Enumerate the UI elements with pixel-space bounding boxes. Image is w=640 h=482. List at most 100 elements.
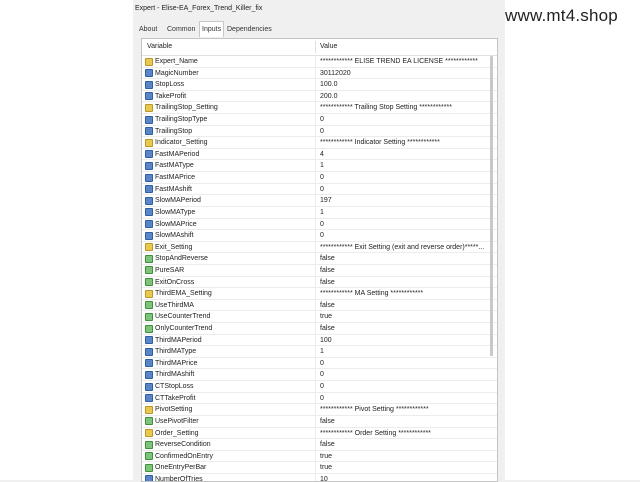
variable-value[interactable]: 1 (320, 160, 488, 171)
column-header-variable[interactable]: Variable (147, 39, 172, 55)
table-row[interactable]: FastMAType 1 (142, 160, 497, 173)
variable-value[interactable]: 0 (320, 230, 488, 241)
variable-value[interactable]: ************ Exit Setting (exit and reve… (320, 242, 488, 253)
table-row[interactable]: ThirdMAType 1 (142, 346, 497, 358)
table-row[interactable]: FastMAPrice 0 (142, 172, 497, 184)
table-row[interactable]: SlowMAPeriod 197 (142, 195, 497, 207)
variable-value[interactable]: 0 (320, 172, 488, 183)
variable-value[interactable]: 0 (320, 393, 488, 404)
table-row[interactable]: SlowMAPrice 0 (142, 218, 497, 231)
bool-icon (145, 463, 153, 472)
table-row[interactable]: ConfirmedOnEntry true (142, 450, 497, 463)
cell-separator (315, 276, 316, 288)
table-row[interactable]: TakeProfit 200.0 (142, 90, 497, 103)
num-icon (145, 115, 153, 124)
table-row[interactable]: ThirdMAshift 0 (142, 369, 497, 382)
cell-separator (315, 473, 316, 481)
bool-icon (145, 301, 153, 310)
variable-name: ReverseCondition (155, 441, 211, 449)
variable-value[interactable]: true (320, 311, 488, 322)
table-row[interactable]: TrailingStop_Setting ************ Trailin… (142, 102, 497, 115)
table-row[interactable]: UseCounterTrend true (142, 311, 497, 324)
table-row[interactable]: TrailingStopType 0 (142, 114, 497, 126)
variable-value[interactable]: 200.0 (320, 91, 488, 102)
bool-icon (145, 266, 153, 275)
table-row[interactable]: MagicNumber 30112020 (142, 67, 497, 80)
variable-value[interactable]: 1 (320, 207, 488, 218)
variable-name: TrailingStopType (155, 116, 208, 124)
cell-separator (315, 311, 316, 323)
table-row[interactable]: SlowMAType 1 (142, 206, 497, 219)
variable-value[interactable]: 100 (320, 335, 488, 346)
variable-value[interactable]: 0 (320, 126, 488, 137)
tab-common[interactable]: Common (165, 23, 197, 36)
tab-inputs[interactable]: Inputs (199, 21, 225, 37)
variable-value[interactable]: ************ MA Setting ************ (320, 288, 488, 299)
variable-value[interactable]: 100.0 (320, 79, 488, 90)
table-row[interactable]: OnlyCounterTrend false (142, 323, 497, 335)
variable-value[interactable]: 0 (320, 114, 488, 125)
vertical-scrollbar[interactable] (490, 56, 493, 356)
variable-value[interactable]: true (320, 451, 488, 462)
table-row[interactable]: Expert_Name ************ ELISE TREND EA L… (142, 56, 497, 68)
table-row[interactable]: OneEntryPerBar true (142, 462, 497, 474)
table-row[interactable]: StopLoss 100.0 (142, 79, 497, 91)
variable-value[interactable]: 0 (320, 184, 488, 195)
variable-name: FastMAshift (155, 185, 192, 193)
variable-value[interactable]: 0 (320, 219, 488, 230)
variable-name: FastMAType (155, 162, 194, 170)
variable-value[interactable]: ************ Pivot Setting ************ (320, 404, 488, 415)
variable-value[interactable]: 0 (320, 358, 488, 369)
table-row[interactable]: ThirdEMA_Setting ************ MA Setting … (142, 288, 497, 300)
variable-value[interactable]: 30112020 (320, 68, 488, 79)
variable-value[interactable]: 4 (320, 149, 488, 160)
variable-value[interactable]: false (320, 253, 488, 264)
num-icon (145, 92, 153, 101)
table-row[interactable]: UsePivotFilter false (142, 415, 497, 428)
variable-value[interactable]: false (320, 439, 488, 450)
variable-value[interactable]: ************ ELISE TREND EA LICENSE ****… (320, 56, 488, 67)
variable-value[interactable]: 1 (320, 346, 488, 357)
table-row[interactable]: CTStopLoss 0 (142, 381, 497, 393)
table-row[interactable]: PivotSetting ************ Pivot Setting *… (142, 404, 497, 416)
expert-dialog: Expert - Elise-EA_Forex_Trend_Killer_fix… (133, 0, 618, 482)
table-row[interactable]: ThirdMAPrice 0 (142, 357, 497, 370)
table-row[interactable]: FastMAPeriod 4 (142, 148, 497, 161)
variable-value[interactable]: false (320, 323, 488, 334)
bool-icon (145, 417, 153, 426)
variable-value[interactable]: true (320, 462, 488, 473)
table-row[interactable]: ReverseCondition false (142, 439, 497, 451)
variable-value[interactable]: ************ Order Setting ************ (320, 428, 488, 439)
table-row[interactable]: Indicator_Setting ************ Indicator … (142, 137, 497, 149)
table-row[interactable]: PureSAR false (142, 264, 497, 277)
column-header-value[interactable]: Value (320, 39, 337, 55)
watermark-text: www.mt4.shop (505, 6, 618, 25)
table-row[interactable]: CTTakeProfit 0 (142, 392, 497, 405)
column-separator[interactable] (315, 41, 316, 53)
table-row[interactable]: Order_Setting ************ Order Setting … (142, 427, 497, 440)
variable-value[interactable]: 0 (320, 381, 488, 392)
variable-value[interactable]: ************ Indicator Setting *********… (320, 137, 488, 148)
variable-value[interactable]: 10 (320, 474, 488, 481)
variable-value[interactable]: false (320, 277, 488, 288)
table-row[interactable]: TrailingStop 0 (142, 125, 497, 138)
tab-about[interactable]: About (137, 23, 159, 36)
table-row[interactable]: FastMAshift 0 (142, 183, 497, 196)
table-row[interactable]: ThirdMAPeriod 100 (142, 334, 497, 347)
variable-value[interactable]: ************ Trailing Stop Setting *****… (320, 102, 488, 113)
variable-value[interactable]: false (320, 300, 488, 311)
table-row[interactable]: SlowMAshift 0 (142, 230, 497, 242)
table-row[interactable]: NumberOfTries 10 (142, 473, 497, 481)
table-row[interactable]: ExitOnCross false (142, 276, 497, 289)
variable-value[interactable]: 197 (320, 195, 488, 206)
table-row[interactable]: Exit_Setting ************ Exit Setting (e… (142, 241, 497, 254)
num-icon (145, 475, 153, 481)
tab-dependencies[interactable]: Dependencies (225, 23, 274, 36)
table-row[interactable]: UseThirdMA false (142, 299, 497, 312)
table-row[interactable]: StopAndReverse false (142, 253, 497, 265)
variable-value[interactable]: 0 (320, 369, 488, 380)
variable-name: ThirdMAshift (155, 371, 195, 379)
variable-value[interactable]: false (320, 265, 488, 276)
num-icon (145, 370, 153, 379)
variable-value[interactable]: false (320, 416, 488, 427)
